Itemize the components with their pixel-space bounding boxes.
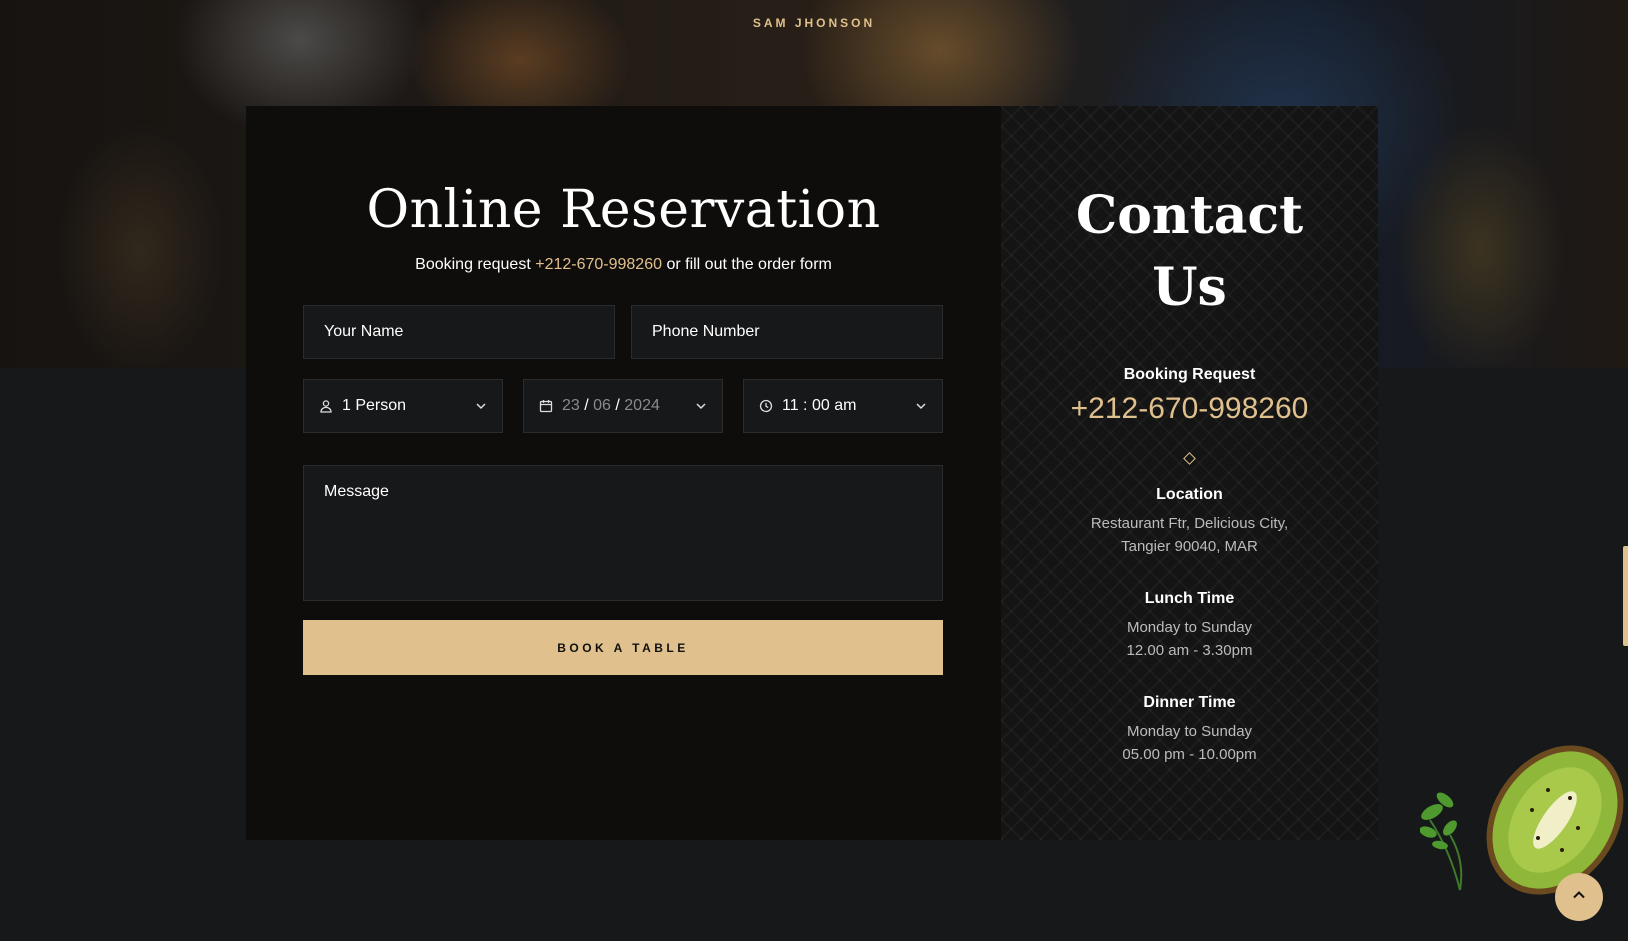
- phone-input[interactable]: Phone Number: [631, 305, 943, 359]
- reservation-card: Online Reservation Booking request +212-…: [246, 106, 1378, 840]
- book-table-button[interactable]: BOOK A TABLE: [303, 620, 943, 675]
- contact-title-line1: Contact: [1075, 185, 1304, 246]
- location-text: Restaurant Ftr, Delicious City, Tangier …: [1001, 512, 1378, 558]
- phone-placeholder: Phone Number: [652, 323, 760, 340]
- chevron-down-icon: [694, 399, 708, 413]
- date-year: 2024: [624, 397, 660, 414]
- booking-request-block: Booking Request +212-670-998260: [1001, 366, 1378, 426]
- reservation-form-panel: Online Reservation Booking request +212-…: [246, 106, 1001, 840]
- reservation-title: Online Reservation: [366, 180, 881, 240]
- scroll-to-top-button[interactable]: [1555, 873, 1603, 921]
- reservation-subtitle: Booking request +212-670-998260 or fill …: [246, 256, 1001, 274]
- location-line2: Tangier 90040, MAR: [1121, 538, 1258, 555]
- chevron-up-icon: [1570, 886, 1588, 908]
- lunch-heading: Lunch Time: [1144, 590, 1235, 607]
- booking-phone-link[interactable]: +212-670-998260: [535, 256, 662, 273]
- contact-title-line2: Us: [1152, 257, 1227, 318]
- message-textarea[interactable]: Message: [303, 465, 943, 601]
- booking-request-heading: Booking Request: [1123, 366, 1256, 383]
- dinner-line2: 05.00 pm - 10.00pm: [1122, 746, 1257, 763]
- time-select[interactable]: 11 : 00 am: [743, 379, 943, 433]
- persons-select[interactable]: 1 Person: [303, 379, 503, 433]
- chevron-down-icon: [474, 399, 488, 413]
- name-placeholder: Your Name: [324, 323, 404, 340]
- location-block: Location Restaurant Ftr, Delicious City,…: [1001, 486, 1378, 558]
- lunch-text: Monday to Sunday 12.00 am - 3.30pm: [1001, 616, 1378, 662]
- dinner-text: Monday to Sunday 05.00 pm - 10.00pm: [1001, 720, 1378, 766]
- side-panel-tab[interactable]: [1623, 546, 1628, 646]
- persons-value: 1 Person: [342, 397, 407, 414]
- date-picker[interactable]: 23 / 06 / 2024: [523, 379, 723, 433]
- date-value: 23 / 06 / 2024: [562, 397, 660, 414]
- contact-title: Contact Us: [1001, 180, 1378, 324]
- dinner-block: Dinner Time Monday to Sunday 05.00 pm - …: [1001, 694, 1378, 766]
- lunch-line2: 12.00 am - 3.30pm: [1126, 642, 1253, 659]
- subtitle-prefix: Booking request: [415, 256, 536, 273]
- diamond-divider-icon: [1183, 452, 1196, 465]
- message-placeholder: Message: [324, 483, 389, 500]
- contact-panel: Contact Us Booking Request +212-670-9982…: [1001, 106, 1378, 840]
- calendar-icon: [538, 398, 554, 414]
- date-month: 06: [593, 397, 611, 414]
- lunch-block: Lunch Time Monday to Sunday 12.00 am - 3…: [1001, 590, 1378, 662]
- location-line1: Restaurant Ftr, Delicious City,: [1090, 515, 1289, 532]
- date-day: 23: [562, 397, 580, 414]
- person-icon: [318, 398, 334, 414]
- subtitle-suffix: or fill out the order form: [662, 256, 832, 273]
- name-input[interactable]: Your Name: [303, 305, 615, 359]
- chevron-down-icon: [914, 399, 928, 413]
- dinner-heading: Dinner Time: [1143, 694, 1236, 711]
- clock-icon: [758, 398, 774, 414]
- contact-phone-link[interactable]: +212-670-998260: [1001, 392, 1378, 426]
- dinner-line1: Monday to Sunday: [1126, 723, 1253, 740]
- lunch-line1: Monday to Sunday: [1126, 619, 1253, 636]
- time-value: 11 : 00 am: [782, 397, 857, 414]
- testimonial-author: SAM JHONSON: [752, 16, 876, 30]
- location-heading: Location: [1156, 486, 1223, 503]
